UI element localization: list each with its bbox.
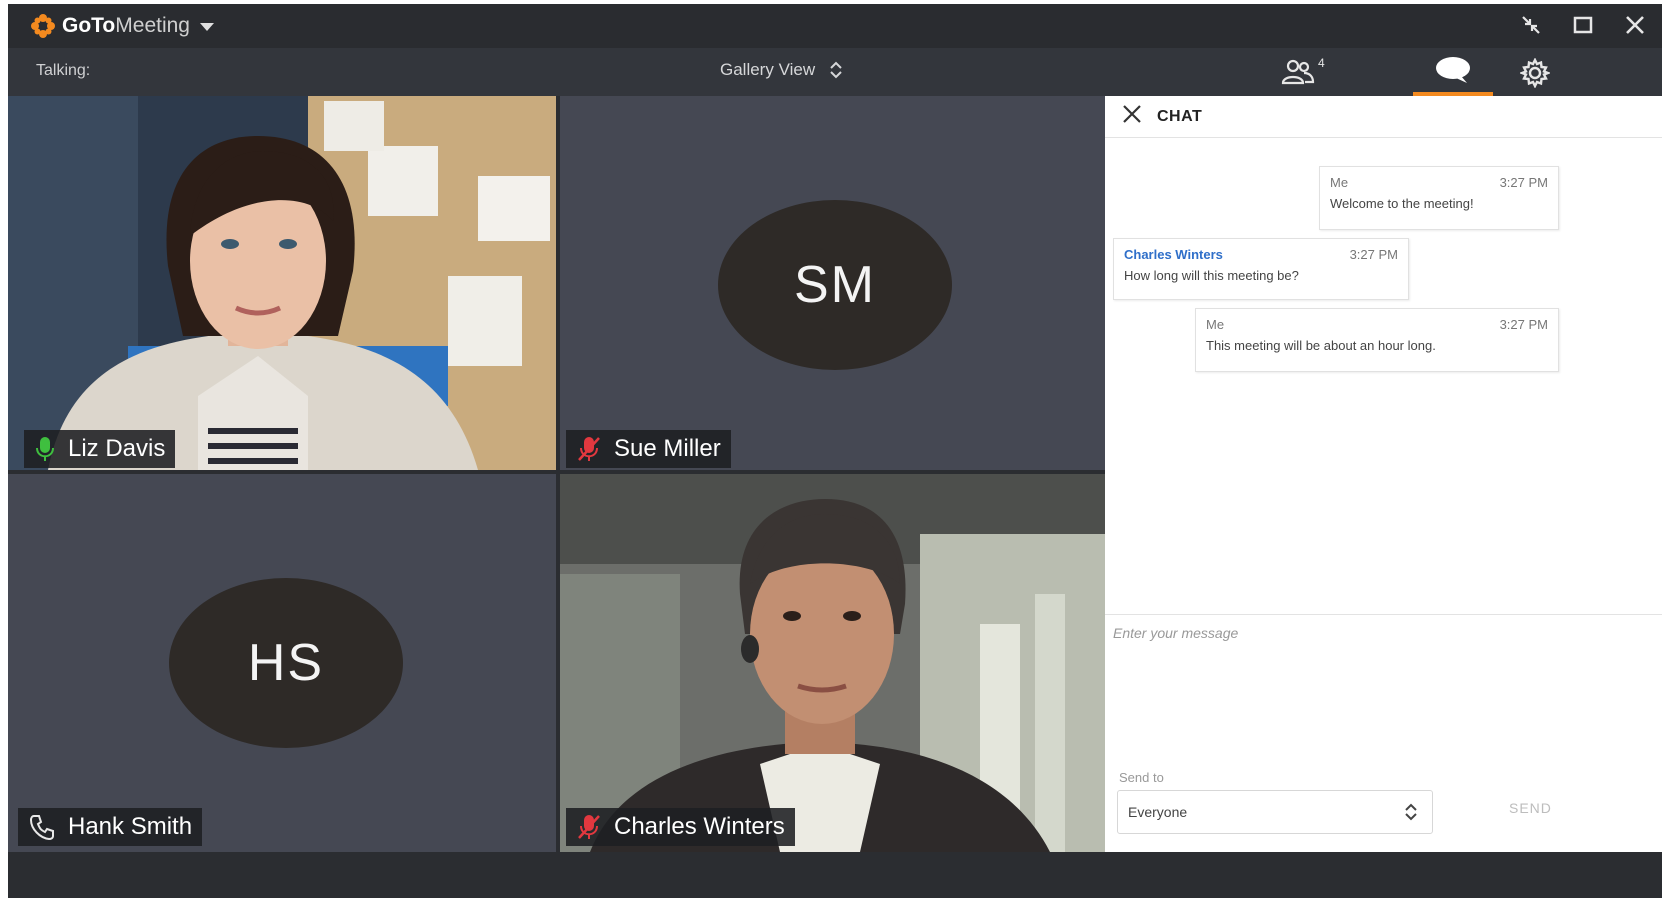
chat-message-received: Charles Winters 3:27 PM How long will th… bbox=[1113, 238, 1409, 300]
chat-title: CHAT bbox=[1157, 107, 1203, 125]
participant-name: Sue Miller bbox=[614, 435, 721, 462]
message-time: 3:27 PM bbox=[1499, 175, 1548, 190]
gear-icon bbox=[1518, 57, 1552, 89]
window-controls bbox=[1518, 12, 1648, 38]
message-text: Welcome to the meeting! bbox=[1330, 196, 1474, 211]
mic-active-icon bbox=[36, 437, 54, 461]
mic-muted-icon bbox=[578, 437, 600, 461]
gotomeeting-logo-icon bbox=[31, 14, 55, 38]
chat-panel: CHAT Me 3:27 PM Welcome to the meeting! … bbox=[1105, 96, 1662, 852]
send-button[interactable]: SEND bbox=[1509, 800, 1552, 816]
gotomeeting-window: GoTo Meeting Talking: Gallery View 4 Liz… bbox=[8, 4, 1662, 898]
meeting-toolbar: Talking: Gallery View 4 bbox=[8, 48, 1662, 96]
message-input-placeholder: Enter your message bbox=[1113, 625, 1239, 641]
maximize-button[interactable] bbox=[1570, 12, 1596, 38]
participant-count-badge: 4 bbox=[1318, 56, 1325, 70]
message-meta: Me 3:27 PM bbox=[1330, 175, 1548, 190]
mic-muted-icon bbox=[578, 815, 600, 839]
participant-name: Liz Davis bbox=[68, 435, 166, 462]
app-name-meeting: Meeting bbox=[115, 14, 190, 37]
message-sender: Charles Winters bbox=[1124, 247, 1223, 262]
message-text: How long will this meeting be? bbox=[1124, 268, 1299, 283]
close-window-button[interactable] bbox=[1622, 12, 1648, 38]
video-tile-charles-winters[interactable]: Charles Winters bbox=[560, 474, 1105, 852]
talking-indicator: Talking: bbox=[36, 62, 91, 79]
message-time: 3:27 PM bbox=[1499, 317, 1548, 332]
close-chat-button[interactable] bbox=[1121, 103, 1143, 130]
view-selector-label: Gallery View bbox=[720, 60, 816, 79]
chat-bubble-icon bbox=[1436, 57, 1470, 83]
message-input[interactable]: Enter your message bbox=[1105, 614, 1662, 764]
video-tile-hank-smith[interactable]: HS Hank Smith bbox=[8, 474, 556, 852]
chat-header: CHAT bbox=[1105, 96, 1662, 138]
settings-button[interactable] bbox=[1518, 57, 1552, 93]
message-time: 3:27 PM bbox=[1349, 247, 1398, 262]
participant-nameplate: Liz Davis bbox=[24, 430, 176, 468]
up-down-arrows-icon bbox=[830, 61, 842, 79]
chevron-down-icon bbox=[199, 23, 214, 31]
message-meta: Me 3:27 PM bbox=[1206, 317, 1548, 332]
send-to-select[interactable]: Everyone bbox=[1117, 790, 1433, 834]
participant-nameplate: Sue Miller bbox=[566, 430, 731, 468]
app-name-goto: GoTo bbox=[62, 14, 116, 37]
view-selector[interactable]: Gallery View bbox=[720, 60, 843, 80]
chat-toggle-button[interactable] bbox=[1413, 48, 1493, 96]
send-to-value: Everyone bbox=[1128, 804, 1188, 820]
chat-message-sent: Me 3:27 PM This meeting will be about an… bbox=[1195, 308, 1559, 372]
message-sender: Me bbox=[1330, 175, 1349, 190]
up-down-arrows-icon bbox=[1405, 803, 1417, 821]
message-text: This meeting will be about an hour long. bbox=[1206, 338, 1436, 353]
participant-nameplate: Charles Winters bbox=[566, 808, 795, 846]
collapse-arrows-icon bbox=[1522, 16, 1540, 34]
minimize-compact-button[interactable] bbox=[1518, 12, 1544, 38]
message-meta: Charles Winters 3:27 PM bbox=[1124, 247, 1398, 262]
participant-video-feed bbox=[8, 96, 556, 470]
phone-icon bbox=[29, 815, 54, 841]
maximize-icon bbox=[1573, 16, 1593, 34]
send-to-label: Send to bbox=[1119, 770, 1164, 785]
message-sender: Me bbox=[1206, 317, 1225, 332]
people-icon bbox=[1281, 59, 1315, 85]
participant-name: Charles Winters bbox=[614, 813, 785, 840]
participant-nameplate: Hank Smith bbox=[18, 808, 203, 846]
avatar: HS bbox=[169, 578, 403, 748]
app-menu[interactable]: GoTo Meeting bbox=[30, 13, 214, 39]
close-icon bbox=[1626, 16, 1644, 34]
participant-video-feed bbox=[560, 474, 1105, 852]
close-icon bbox=[1123, 105, 1141, 123]
video-tile-liz-davis[interactable]: Liz Davis bbox=[8, 96, 556, 470]
participants-button[interactable]: 4 bbox=[1280, 56, 1325, 86]
chat-message-sent: Me 3:27 PM Welcome to the meeting! bbox=[1319, 166, 1559, 230]
avatar: SM bbox=[718, 200, 952, 370]
title-bar: GoTo Meeting bbox=[8, 4, 1662, 48]
video-tile-sue-miller[interactable]: SM Sue Miller bbox=[560, 96, 1105, 470]
participant-name: Hank Smith bbox=[68, 813, 193, 840]
